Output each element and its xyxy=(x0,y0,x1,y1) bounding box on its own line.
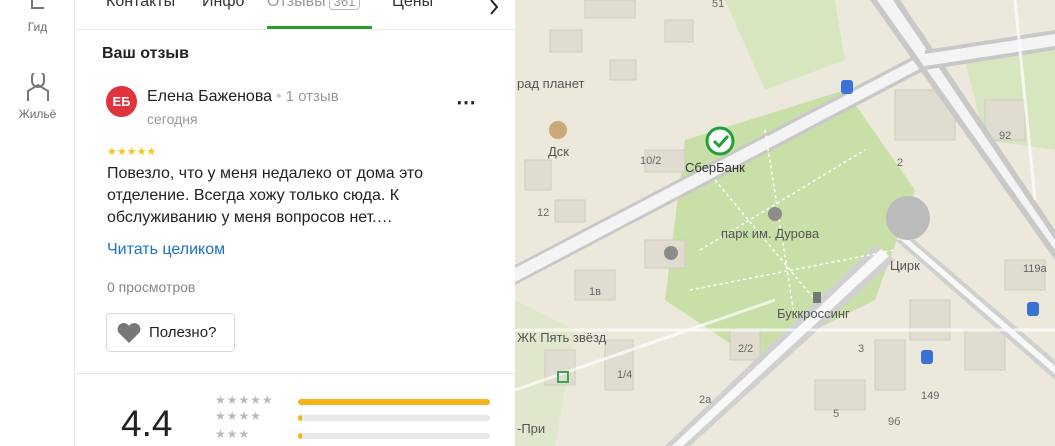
rating-bar-fill xyxy=(298,399,490,405)
rating-bar xyxy=(298,415,490,421)
rail-item-housing[interactable]: Жильё xyxy=(0,73,75,121)
map-label-circus[interactable]: Цирк xyxy=(890,258,920,273)
map-label-sberbank[interactable]: СберБанк xyxy=(685,160,745,175)
house-number: 10/2 xyxy=(640,155,662,167)
views-count: 0 просмотров xyxy=(107,279,196,295)
map-label-planetarium[interactable]: рад планет xyxy=(517,76,584,91)
house-number: 149 xyxy=(921,390,940,402)
useful-label: Полезно? xyxy=(149,324,217,341)
left-rail: Гид Жильё xyxy=(0,0,75,446)
tab-reviews[interactable]: Отзывы 361 xyxy=(267,0,361,11)
housing-icon xyxy=(26,73,49,101)
house-number: 92 xyxy=(999,130,1012,142)
house-number: 119а xyxy=(1023,263,1047,275)
rating-bar xyxy=(298,399,490,405)
house-number: 3 xyxy=(858,343,865,355)
more-options-icon[interactable]: ⋯ xyxy=(456,90,484,114)
active-tab-indicator xyxy=(267,26,372,29)
rating-row-stars: ★★★★★ xyxy=(215,393,274,407)
house-number: 9б xyxy=(888,416,901,428)
rating-bar xyxy=(298,433,490,439)
rail-item-guide-label: Гид xyxy=(27,20,48,34)
rating-bar-fill xyxy=(298,415,302,421)
review-stars: ★★★★★ xyxy=(107,146,157,158)
house-number: 12 xyxy=(537,207,550,219)
rating-row-5: ★★★★★ xyxy=(215,393,495,410)
read-more-link[interactable]: Читать целиком xyxy=(107,241,225,259)
map-label-pri[interactable]: -При xyxy=(517,421,545,436)
section-title: Ваш отзыв xyxy=(102,45,189,62)
house-number: 2а xyxy=(699,394,712,406)
rating-value: 4.4 xyxy=(121,403,173,444)
review-date: сегодня xyxy=(147,111,198,127)
rail-item-guide[interactable]: Гид xyxy=(0,0,75,34)
map[interactable]: СберБанк парк им. Дурова Цирк Дск Буккро… xyxy=(515,0,1055,446)
map-label-park[interactable]: парк им. Дурова xyxy=(721,226,819,241)
rating-row-stars: ★★★★ xyxy=(215,409,263,423)
place-panel: Контакты Инфо Отзывы 361 Цены Ваш отзыв Е… xyxy=(76,0,515,446)
tab-info[interactable]: Инфо xyxy=(202,0,244,11)
house-number: 51 xyxy=(712,0,725,10)
map-label-bookcrossing[interactable]: Буккроссинг xyxy=(777,306,850,321)
tab-reviews-count: 361 xyxy=(328,0,361,10)
house-number: 1в xyxy=(589,286,601,298)
author-name: Елена Баженова xyxy=(147,88,273,105)
review-text: Повезло, что у меня недалеко от дома это… xyxy=(107,165,423,226)
house-number: 1/4 xyxy=(617,369,633,381)
heart-icon xyxy=(117,323,141,343)
bus-stop-marker xyxy=(841,80,853,94)
review-author[interactable]: Елена Баженова • 1 отзыв xyxy=(147,88,339,106)
rating-row-4: ★★★★ xyxy=(215,409,495,426)
separator-dot: • xyxy=(276,88,282,105)
rating-row-3: ★★★ xyxy=(215,427,495,444)
author-review-count: 1 отзыв xyxy=(285,88,339,105)
rating-row-stars: ★★★ xyxy=(215,427,251,441)
house-number: 5 xyxy=(833,408,840,420)
house-number: 2/2 xyxy=(738,343,754,355)
tab-contacts[interactable]: Контакты xyxy=(106,0,175,11)
tab-reviews-label: Отзывы xyxy=(267,0,326,10)
house-number: 2 xyxy=(897,157,904,169)
tab-bar: Контакты Инфо Отзывы 361 Цены xyxy=(76,0,515,30)
chevron-right-icon[interactable] xyxy=(484,0,504,18)
divider xyxy=(76,373,515,374)
avatar[interactable]: ЕБ xyxy=(106,86,137,117)
map-label-complex[interactable]: ЖК Пять звёзд xyxy=(517,330,606,345)
rating-bar-fill xyxy=(298,433,302,439)
rail-item-housing-label: Жильё xyxy=(18,107,57,121)
guide-icon xyxy=(30,0,44,9)
tab-prices[interactable]: Цены xyxy=(392,0,433,11)
useful-button[interactable]: Полезно? xyxy=(106,313,235,352)
map-label-dsk[interactable]: Дск xyxy=(548,144,569,159)
map-canvas xyxy=(515,0,1055,446)
